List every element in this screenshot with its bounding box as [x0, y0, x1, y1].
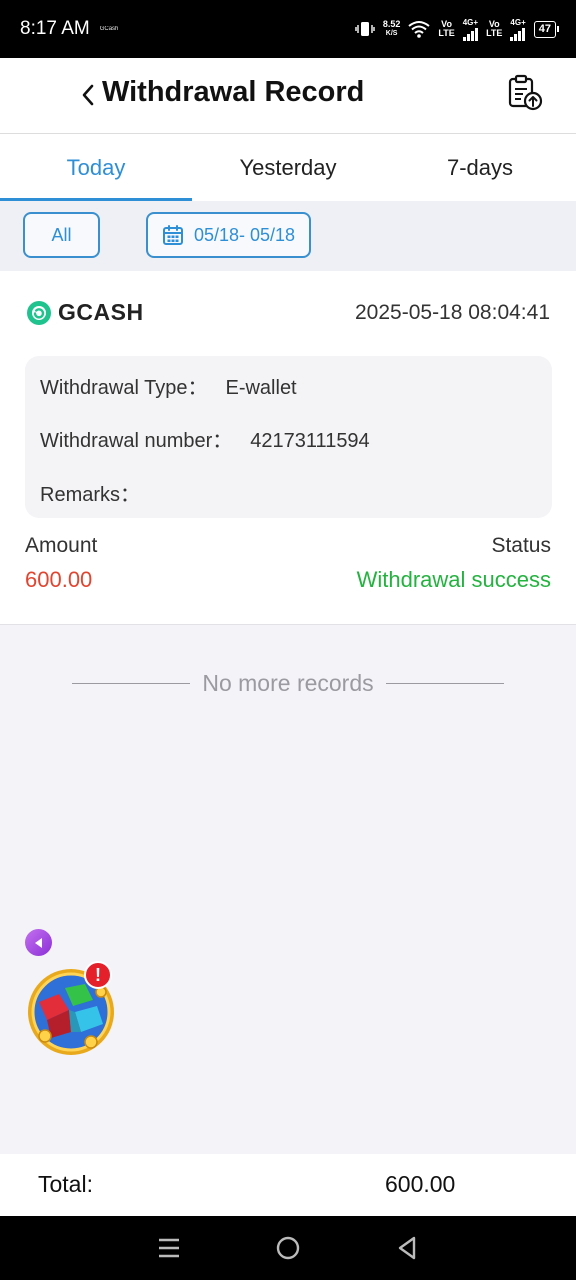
withdrawal-number-value: 42173111594 [250, 430, 370, 452]
vibrate-icon [355, 22, 375, 36]
brand-name: GCASH [58, 299, 144, 325]
amount-value: 600.00 [25, 567, 93, 592]
home-circle-icon [276, 1236, 300, 1260]
triangle-left-icon [34, 937, 42, 948]
clipboard-upload-icon[interactable] [506, 74, 544, 112]
app-header: Withdrawal Record [0, 58, 576, 134]
volte-2-bottom: LTE [486, 28, 503, 38]
withdrawal-number-label: Withdrawal number： [40, 430, 233, 452]
network-speed: 8.52 K/S [383, 20, 401, 38]
withdrawal-type-label: Withdrawal Type： [40, 377, 208, 399]
menu-icon [159, 1238, 180, 1258]
date-range-label: 05/18- 05/18 [193, 224, 296, 245]
calendar-icon [162, 225, 183, 245]
date-range-button[interactable]: 05/18- 05/18 [146, 212, 311, 258]
status-label: Status [491, 534, 551, 557]
list-end-indicator: No more records [0, 667, 576, 699]
filter-all-label: All [51, 224, 72, 245]
signal-bars-icon [510, 27, 526, 41]
payment-brand: GCASH [26, 299, 144, 326]
page-title: Withdrawal Record [102, 76, 365, 108]
status-time: 8:17 AM [20, 18, 90, 39]
status-bar: 8:17 AM GCash 8.52 K/S Vo LTE 4G+ Vo LTE… [0, 0, 576, 58]
status-value: Withdrawal success [356, 567, 551, 592]
remarks-label: Remarks： [40, 484, 141, 506]
filter-row: All 05/18- 05/18 [0, 201, 576, 271]
record-datetime: 2025-05-18 08:04:41 [355, 301, 550, 324]
total-label: Total: [38, 1171, 93, 1197]
collapse-floating-button[interactable] [25, 929, 52, 956]
withdrawal-record-card[interactable]: GCASH 2025-05-18 08:04:41 Withdrawal Typ… [0, 271, 576, 625]
triangle-back-icon [398, 1236, 415, 1260]
signal-2: 4G+ [510, 17, 526, 41]
filter-all-button[interactable]: All [23, 212, 100, 258]
speed-value: 8.52 [382, 19, 401, 29]
volte-1-bottom: LTE [438, 28, 455, 38]
gcash-logo-icon [27, 300, 51, 325]
record-details: Withdrawal Type： E-wallet Withdrawal numb… [25, 356, 552, 518]
back-button[interactable] [76, 80, 100, 110]
tab-yesterday[interactable]: Yesterday [192, 134, 384, 201]
chevron-left-icon [82, 84, 94, 106]
tab-7-days[interactable]: 7-days [384, 134, 576, 201]
date-tabs: Today Yesterday 7-days [0, 134, 576, 201]
signal-1-gen: 4G+ [462, 17, 479, 27]
total-bar: Total: 600.00 [0, 1154, 576, 1216]
total-value: 600.00 [385, 1171, 456, 1197]
amount-label: Amount [25, 534, 98, 557]
back-nav-button[interactable] [387, 1228, 427, 1268]
status-carrier: GCash [99, 26, 119, 32]
signal-2-gen: 4G+ [510, 17, 526, 27]
home-button[interactable] [268, 1228, 308, 1268]
divider [72, 682, 191, 684]
withdrawal-type-row: Withdrawal Type： E-wallet [40, 371, 297, 400]
volte-1: Vo LTE [438, 20, 454, 38]
battery-icon: 47 [533, 20, 560, 38]
withdrawal-number-row: Withdrawal number： 42173111594 [40, 424, 370, 453]
speed-unit: K/S [385, 30, 398, 37]
list-end-text: No more records [202, 669, 374, 696]
notification-badge: ! [84, 961, 112, 989]
signal-bars-icon [462, 27, 478, 41]
recent-apps-button[interactable] [149, 1228, 189, 1268]
volte-2: Vo LTE [486, 20, 502, 38]
wifi-icon [408, 21, 430, 38]
remarks-row: Remarks： [40, 478, 158, 507]
status-icons: 8.52 K/S Vo LTE 4G+ Vo LTE 4G+ 47 [355, 17, 560, 41]
system-nav-bar [0, 1216, 576, 1280]
signal-1: 4G+ [462, 17, 479, 41]
divider [385, 682, 504, 684]
withdrawal-type-value: E-wallet [225, 377, 297, 399]
tab-today[interactable]: Today [0, 134, 192, 201]
